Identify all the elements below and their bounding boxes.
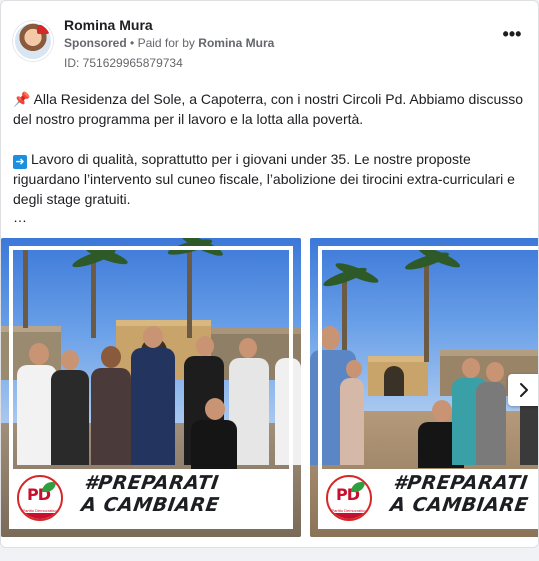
advertiser-name[interactable]: Romina Mura — [64, 17, 153, 33]
slogan-line-1: #PREPARATI — [83, 472, 221, 494]
slogan-line-1: #PREPARATI — [392, 472, 530, 494]
campaign-slogan-2: #PREPARATI A CAMBIARE — [389, 472, 533, 516]
sponsored-line: Sponsored • Paid for by Romina Mura — [64, 36, 274, 50]
slogan-line-2: A CAMBIARE — [388, 494, 530, 516]
pd-logo-2: PD Partito Democratico — [326, 475, 372, 521]
slogan-line-2: A CAMBIARE — [79, 494, 221, 516]
carousel-slide-2[interactable]: PD Partito Democratico #PREPARATI A CAMB… — [310, 238, 538, 537]
body-paragraph-2: ➜ Lavoro di qualità, soprattutto per i gi… — [13, 149, 528, 209]
feed-divider — [0, 548, 539, 561]
avatar-badge — [37, 25, 49, 34]
chevron-right-icon — [520, 383, 528, 397]
ad-header: Romina Mura Sponsored • Paid for by Romi… — [13, 17, 528, 71]
campaign-banner-1: PD Partito Democratico #PREPARATI A CAMB… — [9, 469, 293, 527]
ad-card: Romina Mura Sponsored • Paid for by Romi… — [0, 0, 539, 548]
more-horizontal-icon: ••• — [502, 24, 522, 44]
pd-logo-1: PD Partito Democratico — [17, 475, 63, 521]
body-paragraph-1: 📌 Alla Residenza del Sole, a Capoterra, … — [13, 89, 528, 129]
more-options-button[interactable]: ••• — [500, 24, 524, 47]
campaign-banner-2: PD Partito Democratico #PREPARATI A CAMB… — [318, 469, 538, 527]
pin-icon: 📌 — [13, 91, 31, 107]
paragraph-2-text: Lavoro di qualità, soprattutto per i gio… — [13, 151, 515, 207]
truncation-ellipsis[interactable]: … — [13, 210, 528, 224]
carousel-next-button[interactable] — [508, 374, 538, 406]
campaign-slogan-1: #PREPARATI A CAMBIARE — [80, 472, 224, 516]
ad-id: ID: 751629965879734 — [64, 56, 183, 70]
advertiser-avatar[interactable] — [13, 21, 53, 61]
meta-separator: • — [130, 36, 135, 50]
image-carousel: PD Partito Democratico #PREPARATI A CAMB… — [1, 238, 538, 537]
paragraph-1-text: Alla Residenza del Sole, a Capoterra, co… — [13, 91, 524, 127]
ad-body-text: 📌 Alla Residenza del Sole, a Capoterra, … — [13, 89, 528, 224]
paid-for-prefix: Paid for by — [137, 36, 195, 50]
sponsored-label: Sponsored — [64, 36, 127, 50]
arrow-right-icon: ➜ — [13, 155, 27, 169]
olive-leaf-icon — [351, 482, 365, 492]
olive-leaf-icon — [42, 482, 56, 492]
paid-for-by-name: Romina Mura — [198, 36, 275, 50]
carousel-slide-1[interactable]: PD Partito Democratico #PREPARATI A CAMB… — [1, 238, 301, 537]
